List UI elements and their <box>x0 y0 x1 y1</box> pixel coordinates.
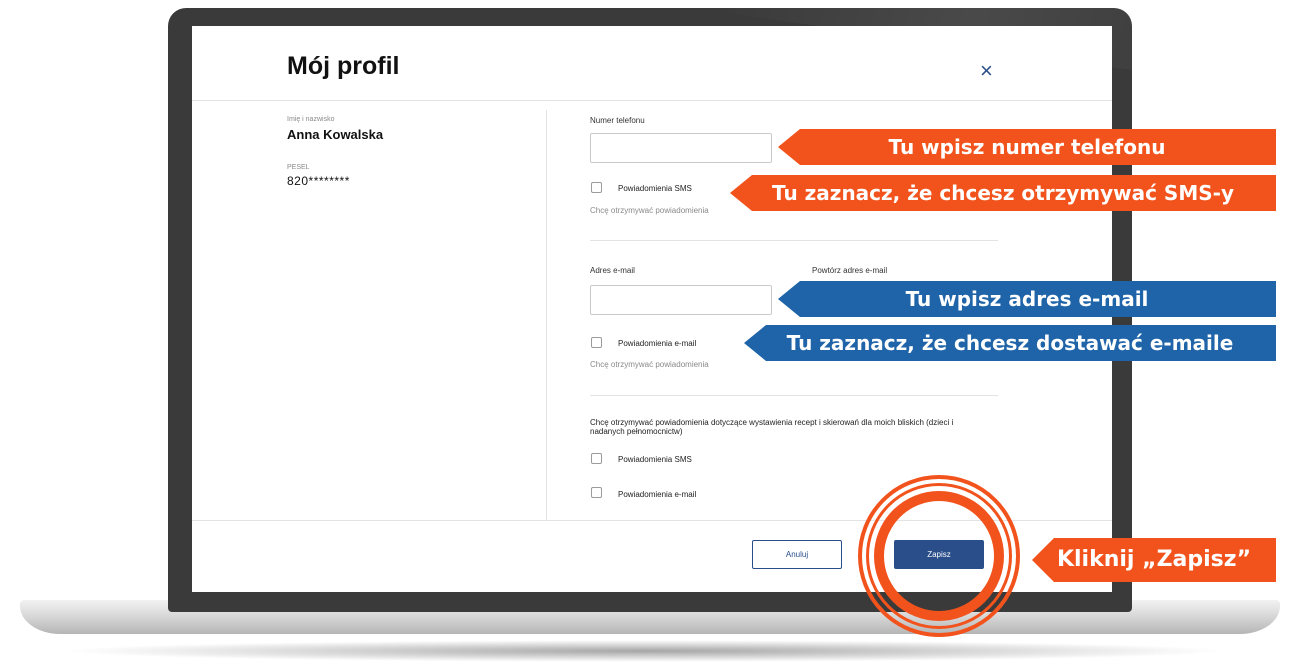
callout-save: Kliknij „Zapisz” <box>1032 538 1276 582</box>
name-label: Imię i nazwisko <box>287 116 335 123</box>
cancel-button[interactable]: Anuluj <box>752 540 842 569</box>
relatives-sms-checkbox[interactable] <box>591 453 602 464</box>
header-divider <box>192 100 1112 101</box>
callout-phone: Tu wpisz numer telefonu <box>778 129 1276 165</box>
sms-hint: Chcę otrzymywać powiadomienia <box>590 206 709 215</box>
email-checkbox-label: Powiadomienia e-mail <box>618 339 697 348</box>
relatives-email-checkbox[interactable] <box>591 487 602 498</box>
close-icon[interactable]: × <box>980 58 993 84</box>
sms-checkbox-label: Powiadomienia SMS <box>618 184 692 193</box>
modal-title: Mój profil <box>287 52 400 80</box>
relatives-email-label: Powiadomienia e-mail <box>618 490 697 499</box>
section-divider-2 <box>590 395 998 396</box>
callout-email: Tu wpisz adres e-mail <box>778 281 1276 317</box>
section-divider-1 <box>590 240 998 241</box>
email-checkbox[interactable] <box>591 337 602 348</box>
name-value: Anna Kowalska <box>287 127 384 142</box>
phone-input[interactable] <box>590 133 772 163</box>
relatives-description: Chcę otrzymywać powiadomienia dotyczące … <box>590 418 954 436</box>
pesel-label: PESEL <box>287 164 310 171</box>
email-input[interactable] <box>590 285 772 315</box>
column-divider <box>546 110 547 520</box>
laptop-shadow <box>60 640 1230 662</box>
email-hint: Chcę otrzymywać powiadomienia <box>590 360 709 369</box>
phone-label: Numer telefonu <box>590 116 645 125</box>
email-label: Adres e-mail <box>590 266 635 275</box>
footer-divider <box>192 520 1112 521</box>
pesel-value: 820******** <box>287 174 350 188</box>
relatives-sms-label: Powiadomienia SMS <box>618 455 692 464</box>
save-button[interactable]: Zapisz <box>894 540 984 569</box>
sms-checkbox[interactable] <box>591 182 602 193</box>
callout-sms: Tu zaznacz, że chcesz otrzymywać SMS-y <box>730 175 1276 211</box>
callout-email-notify: Tu zaznacz, że chcesz dostawać e-maile <box>744 325 1276 361</box>
repeat-email-label: Powtórz adres e-mail <box>812 266 888 275</box>
